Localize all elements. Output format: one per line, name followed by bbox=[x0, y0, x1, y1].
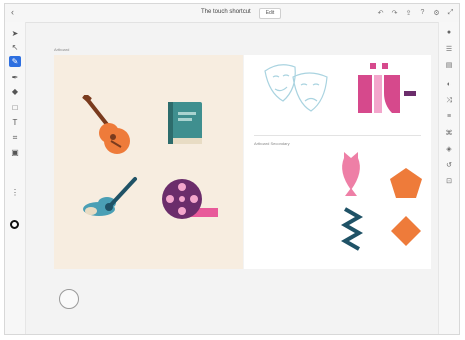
share-icon[interactable]: ⇪ bbox=[404, 8, 413, 17]
fish-shape[interactable] bbox=[338, 150, 364, 198]
settings-icon[interactable]: ⚙ bbox=[432, 8, 441, 17]
theater-masks-illustration[interactable] bbox=[259, 59, 337, 119]
export-icon[interactable]: ⊡ bbox=[444, 176, 454, 185]
top-bar: ‹ The touch shortcut Edit ↶ ↷ ⇪ ? ⚙ ⤢ bbox=[5, 4, 459, 23]
app-window: ‹ The touch shortcut Edit ↶ ↷ ⇪ ? ⚙ ⤢ ➤ … bbox=[4, 3, 460, 335]
artboard-divider bbox=[254, 135, 421, 136]
glyphs-icon[interactable]: ⌘ bbox=[444, 128, 454, 137]
paintbrush-illustration[interactable] bbox=[81, 175, 141, 225]
artboard-secondary-label: Artboard Secondary bbox=[254, 141, 290, 146]
color-icon[interactable]: ◈ bbox=[444, 144, 454, 153]
brush-tool-icon[interactable]: ✒ bbox=[9, 72, 21, 83]
pencil-tool-icon[interactable]: ✎ bbox=[9, 56, 21, 67]
tool-bar: ➤ ↖ ✎ ✒ ◆ □ T ⌗ ▣ ⋮ bbox=[5, 22, 26, 334]
path-icon[interactable]: ◐ bbox=[444, 80, 454, 89]
layers-icon[interactable]: ● bbox=[444, 28, 454, 37]
image-tool-icon[interactable]: ▣ bbox=[9, 147, 21, 158]
chevron-left-icon: ‹ bbox=[11, 7, 14, 17]
properties-icon[interactable]: ☰ bbox=[444, 44, 454, 53]
redo-icon[interactable]: ↷ bbox=[390, 8, 399, 17]
edit-button[interactable]: Edit bbox=[259, 8, 281, 19]
more-tools-icon[interactable]: ⋮ bbox=[9, 187, 21, 198]
artboard-2[interactable]: Artboard Secondary bbox=[244, 55, 431, 269]
side-panel-bar: ● ☰ ▤ ◐ ⤨ ≡ ⌘ ◈ ↺ ⊡ bbox=[438, 22, 459, 334]
history-icon[interactable]: ↺ bbox=[444, 160, 454, 169]
back-button[interactable]: ‹ bbox=[11, 7, 14, 17]
stroke-color-swatch[interactable] bbox=[10, 220, 19, 229]
shape-tool-icon[interactable]: □ bbox=[9, 102, 21, 113]
artboard-label: Artboard bbox=[54, 47, 70, 52]
direct-select-tool-icon[interactable]: ↖ bbox=[9, 42, 21, 53]
undo-icon[interactable]: ↶ bbox=[376, 8, 385, 17]
document-title: The touch shortcut bbox=[201, 9, 251, 15]
pentagon-shape[interactable] bbox=[389, 167, 423, 199]
artboard-1[interactable] bbox=[54, 55, 243, 269]
film-reel-illustration[interactable] bbox=[158, 175, 220, 225]
eraser-tool-icon[interactable]: ◆ bbox=[9, 86, 21, 97]
book-illustration[interactable] bbox=[166, 98, 206, 148]
select-tool-icon[interactable]: ➤ bbox=[9, 28, 21, 39]
type-tool-icon[interactable]: T bbox=[9, 117, 21, 128]
help-icon[interactable]: ? bbox=[418, 8, 427, 17]
color-picker-button[interactable] bbox=[59, 289, 79, 309]
align-icon[interactable]: ≡ bbox=[444, 112, 454, 121]
crop-tool-icon[interactable]: ⌗ bbox=[9, 132, 21, 143]
top-actions: ↶ ↷ ⇪ ? ⚙ ⤢ bbox=[376, 8, 455, 17]
libraries-icon[interactable]: ▤ bbox=[444, 60, 454, 69]
transform-icon[interactable]: ⤨ bbox=[444, 96, 454, 105]
zigzag-shape[interactable] bbox=[341, 207, 363, 253]
diamond-shape[interactable] bbox=[390, 215, 422, 247]
guitar-illustration[interactable] bbox=[81, 95, 131, 155]
fullscreen-icon[interactable]: ⤢ bbox=[446, 8, 455, 17]
pink-gift-illustration[interactable] bbox=[354, 63, 426, 123]
